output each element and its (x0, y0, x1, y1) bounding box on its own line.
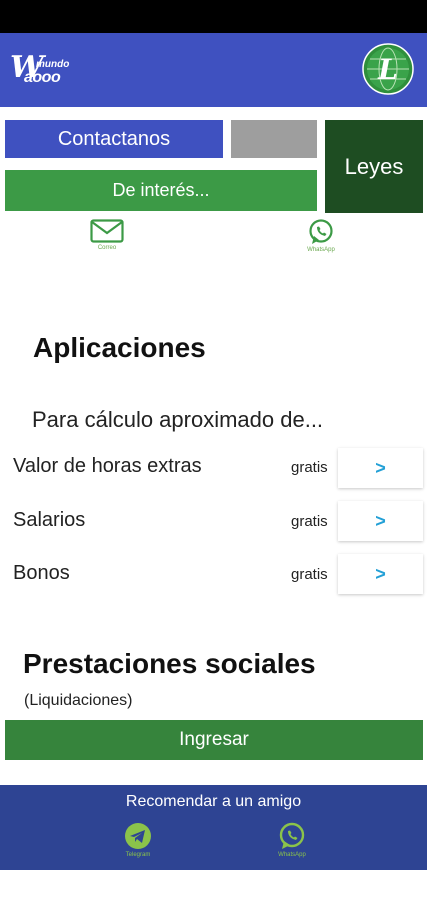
recommend-link[interactable]: Recomendar a un amigo (0, 793, 427, 811)
leyes-button[interactable]: Leyes (325, 120, 423, 213)
aplicaciones-heading: Aplicaciones (33, 332, 206, 363)
blank-gray-button[interactable] (231, 120, 317, 158)
logo-waooo-text: aooo (24, 69, 61, 86)
telegram-caption: Telegram (125, 852, 151, 858)
whatsapp-share-caption: WhatsApp (278, 852, 306, 858)
mail-icon (90, 219, 124, 243)
de-interes-button[interactable]: De interés... (5, 170, 317, 211)
bonos-go-button[interactable]: > (338, 554, 423, 594)
app-row-label: Salarios (13, 509, 86, 531)
gratis-badge: gratis (291, 459, 328, 476)
footer-bar: Recomendar a un amigo Telegram WhatsApp (0, 785, 427, 870)
gratis-badge: gratis (291, 566, 328, 583)
app-row-label: Bonos (13, 562, 70, 584)
leyes-globe-logo[interactable]: L (362, 43, 414, 95)
prestaciones-heading: Prestaciones sociales (23, 648, 316, 679)
whatsapp-icon (309, 219, 333, 244)
app-row-label: Valor de horas extras (13, 455, 202, 477)
whatsapp-link[interactable]: WhatsApp (302, 219, 340, 253)
telegram-share-link[interactable]: Telegram (118, 822, 158, 858)
correo-caption: Correo (97, 245, 117, 251)
leyes-logo-letter: L (377, 53, 398, 86)
horas-extras-go-button[interactable]: > (338, 448, 423, 488)
correo-link[interactable]: Correo (88, 219, 126, 251)
prestaciones-subtitle: (Liquidaciones) (24, 692, 133, 709)
whatsapp-share-link[interactable]: WhatsApp (272, 822, 312, 858)
app-bar: W mundo aooo L (0, 33, 427, 107)
whatsapp-icon (279, 822, 305, 849)
salarios-go-button[interactable]: > (338, 501, 423, 541)
mundo-waooo-logo[interactable]: W mundo aooo (10, 51, 76, 91)
telegram-icon (125, 823, 151, 849)
contactanos-button[interactable]: Contactanos (5, 120, 223, 158)
gratis-badge: gratis (291, 513, 328, 530)
ingresar-button[interactable]: Ingresar (5, 720, 423, 760)
aplicaciones-subtitle: Para cálculo aproximado de... (32, 407, 324, 432)
status-bar (0, 0, 427, 33)
whatsapp-caption: WhatsApp (307, 247, 335, 253)
